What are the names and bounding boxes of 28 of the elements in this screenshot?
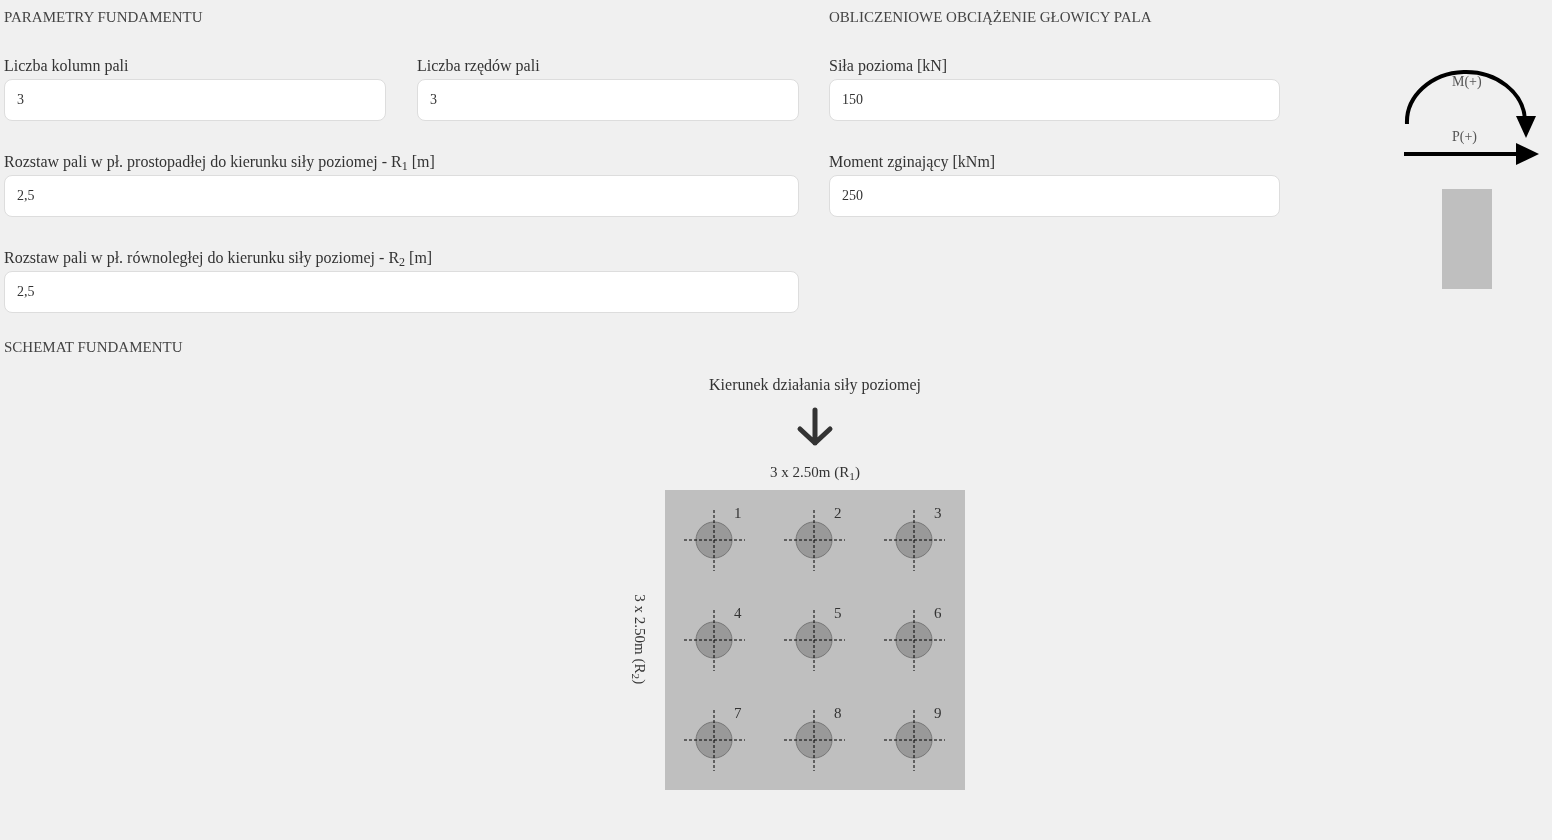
force-label: P(+) [1452, 128, 1477, 146]
pile-number: 4 [734, 604, 742, 621]
input-field[interactable]: 2,5 [4, 175, 799, 217]
field-label: Rozstaw pali w pł. prostopadłej do kierunku siły poziomej - R$_{1}$ [m] [4, 153, 435, 171]
input-field[interactable]: 3 [4, 79, 386, 121]
direction-label: Kierunek działania siły poziomej [709, 375, 921, 396]
pile-number: 7 [734, 704, 742, 721]
pile-number: 9 [934, 704, 942, 721]
pile-number: 6 [934, 604, 942, 621]
input-field[interactable]: 3 [417, 79, 799, 121]
pile-number: 3 [934, 504, 942, 521]
input-field[interactable]: 250 [829, 175, 1280, 217]
input-field[interactable]: 150 [829, 79, 1280, 121]
field-label: Siła pozioma [kN] [829, 57, 948, 75]
pile-number: 1 [734, 504, 742, 521]
pile-number: 8 [834, 704, 842, 721]
input-field[interactable]: 2,5 [4, 271, 799, 313]
field-label: Liczba rzędów pali [417, 57, 540, 75]
field-label: Moment zginający [kNm] [829, 153, 996, 171]
section-title: SCHEMAT FUNDAMENTU [4, 339, 183, 355]
pile-number: 5 [834, 604, 842, 621]
section-title: PARAMETRY FUNDAMENTU [4, 8, 203, 27]
section-title: OBLICZENIOWE OBCIĄŻENIE GŁOWICY PALA [829, 8, 1152, 27]
moment-label: M(+) [1452, 73, 1482, 91]
dimension-label: 3 x 2.50m (R$_{1}$) [770, 463, 860, 484]
field-label: Liczba kolumn pali [4, 57, 129, 75]
pile-number: 2 [834, 504, 842, 521]
field-label: Rozstaw pali w pł. równoległej do kierunku siły poziomej - R$_{2}$ [m] [4, 249, 433, 267]
